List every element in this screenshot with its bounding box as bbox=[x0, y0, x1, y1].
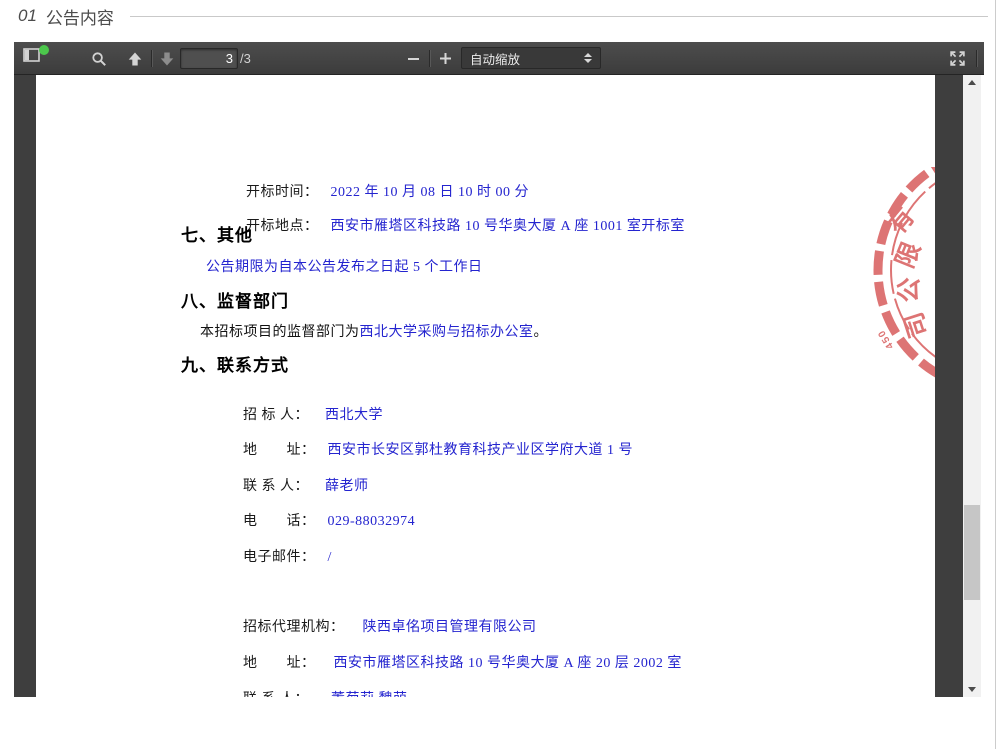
field-label: 地 址： bbox=[243, 439, 316, 459]
toolbar-separator bbox=[151, 50, 152, 67]
pdf-toolbar: /3 自动缩放 bbox=[14, 42, 984, 75]
zoom-in-button[interactable] bbox=[432, 46, 458, 71]
field-value: 陕西卓佲项目管理有限公司 bbox=[363, 620, 537, 635]
contact-row: 电子邮件： / bbox=[203, 530, 332, 582]
notification-dot bbox=[39, 45, 49, 55]
field-value: 西安市雁塔区科技路 10 号华奥大厦 A 座 20 层 2002 室 bbox=[334, 656, 682, 671]
field-label: 联 系 人： bbox=[243, 688, 313, 697]
field-label: 招标代理机构： bbox=[243, 616, 345, 636]
section-heading-9: 九、联系方式 bbox=[181, 351, 289, 376]
field-value: 西安市长安区郭杜教育科技产业区学府大道 1 号 bbox=[328, 443, 634, 458]
supervisor-department: 西北大学采购与招标办公室 bbox=[360, 325, 534, 340]
agency-row: 联 系 人： 董菊莉 魏萌 bbox=[203, 672, 408, 697]
supervisor-text: 本招标项目的监督部门为西北大学采购与招标办公室。 bbox=[200, 321, 548, 341]
field-label: 联 系 人： bbox=[243, 475, 313, 495]
previous-page-button[interactable] bbox=[122, 46, 148, 71]
zoom-out-button[interactable] bbox=[400, 46, 426, 71]
section-header: 01 公告内容 bbox=[18, 4, 988, 28]
arrow-up-icon bbox=[127, 51, 143, 67]
vertical-scrollbar[interactable] bbox=[963, 75, 981, 697]
field-label: 开标时间： bbox=[246, 181, 319, 201]
section-number: 01 bbox=[18, 6, 37, 26]
scroll-down-button[interactable] bbox=[963, 682, 981, 697]
select-spinner-icon bbox=[584, 53, 592, 63]
field-label: 开标地点： bbox=[246, 215, 319, 235]
header-rule bbox=[130, 16, 988, 17]
triangle-down-icon bbox=[968, 687, 976, 692]
scroll-up-button[interactable] bbox=[963, 75, 981, 90]
field-label: 招 标 人： bbox=[243, 404, 313, 424]
plus-icon bbox=[439, 52, 452, 65]
pdf-page: 开标时间： 2022 年 10 月 08 日 10 时 00 分 开标地点： 西安市… bbox=[36, 75, 935, 697]
pdf-viewer: /3 自动缩放 bbox=[14, 42, 984, 697]
info-row: 开标地点： 西安市雁塔区科技路 10 号华奥大厦 A 座 1001 室开标室 bbox=[206, 199, 685, 251]
field-value: 西北大学 bbox=[325, 408, 383, 423]
supervisor-prefix: 本招标项目的监督部门为 bbox=[200, 325, 360, 340]
section-heading-8: 八、监督部门 bbox=[181, 287, 289, 312]
presentation-mode-button[interactable] bbox=[944, 46, 970, 71]
field-label: 电 话： bbox=[243, 510, 316, 530]
search-icon bbox=[91, 51, 107, 67]
section-title: 公告内容 bbox=[46, 4, 114, 29]
field-label: 电子邮件： bbox=[243, 546, 316, 566]
page-right-border bbox=[995, 0, 996, 749]
arrow-down-icon bbox=[159, 51, 175, 67]
search-button[interactable] bbox=[86, 46, 112, 71]
scrollbar-thumb[interactable] bbox=[964, 505, 980, 600]
field-value: / bbox=[328, 550, 332, 565]
fullscreen-icon bbox=[949, 50, 966, 67]
zoom-select[interactable]: 自动缩放 bbox=[461, 47, 601, 69]
document-text: 开标时间： 2022 年 10 月 08 日 10 时 00 分 开标地点： 西安市… bbox=[36, 75, 935, 697]
toggle-sidebar-button[interactable] bbox=[22, 46, 50, 71]
toolbar-separator bbox=[976, 50, 977, 67]
field-label: 地 址： bbox=[243, 652, 316, 672]
field-value: 2022 年 10 月 08 日 10 时 00 分 bbox=[331, 185, 530, 200]
toolbar-separator bbox=[429, 50, 430, 67]
zoom-select-value: 自动缩放 bbox=[470, 49, 520, 68]
page-total-label: /3 bbox=[240, 51, 251, 66]
field-value: 029-88032974 bbox=[328, 514, 416, 529]
field-value: 西安市雁塔区科技路 10 号华奥大厦 A 座 1001 室开标室 bbox=[331, 219, 685, 234]
viewer-canvas: 开标时间： 2022 年 10 月 08 日 10 时 00 分 开标地点： 西安市… bbox=[14, 75, 963, 697]
supervisor-suffix: 。 bbox=[534, 325, 549, 340]
field-value: 薛老师 bbox=[325, 479, 369, 494]
minus-icon bbox=[408, 58, 419, 60]
field-value: 董菊莉 魏萌 bbox=[331, 692, 408, 697]
page-number-input[interactable] bbox=[180, 48, 238, 69]
next-page-button[interactable] bbox=[154, 46, 180, 71]
triangle-up-icon bbox=[968, 80, 976, 85]
notice-period-text: 公告期限为自本公告发布之日起 5 个工作日 bbox=[206, 256, 483, 276]
section-heading-7: 七、其他 bbox=[181, 221, 253, 246]
